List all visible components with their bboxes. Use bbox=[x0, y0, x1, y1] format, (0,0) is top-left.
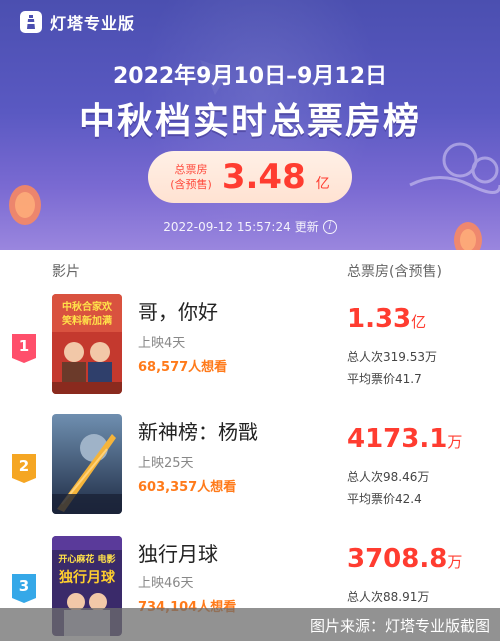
total-label-line2: (含预售) bbox=[170, 178, 212, 191]
update-timestamp: 2022-09-12 15:57:24 bbox=[163, 219, 291, 234]
hero-banner: 灯塔专业版 2022年9月10日–9月12日 中秋档实时总票房榜 总票房 (含预… bbox=[0, 0, 500, 250]
gross-value: 3708.8 bbox=[347, 544, 448, 574]
update-time: 2022-09-12 15:57:24 更新 i bbox=[0, 218, 500, 235]
film-row-2[interactable]: 2 新神榜：杨戬 上映25天 603,357人想看 4173.1万 总人次98.… bbox=[0, 410, 500, 530]
cloud-icon bbox=[409, 142, 500, 194]
admissions: 总人次88.91万 bbox=[347, 590, 430, 604]
column-film: 影片 bbox=[52, 264, 80, 280]
gross-value: 4173.1 bbox=[347, 424, 448, 454]
gross-unit: 万 bbox=[447, 433, 463, 451]
film-gross: 1.33亿 bbox=[347, 304, 426, 334]
total-unit: 亿 bbox=[315, 176, 330, 192]
admissions: 总人次98.46万 bbox=[347, 470, 430, 484]
admissions: 总人次319.53万 bbox=[347, 350, 437, 364]
release-days: 上映25天 bbox=[138, 456, 194, 471]
svg-text:独行月球: 独行月球 bbox=[59, 569, 116, 586]
film-title[interactable]: 独行月球 bbox=[138, 538, 218, 567]
total-label-line1: 总票房 bbox=[174, 163, 208, 176]
gross-value: 1.33 bbox=[347, 304, 412, 334]
film-title[interactable]: 新神榜：杨戬 bbox=[138, 416, 258, 445]
rank-badge: 1 bbox=[12, 334, 36, 363]
film-poster[interactable]: 中秋合家欢 笑料新加满 bbox=[52, 294, 122, 394]
want-to-see-count: 68,577人想看 bbox=[138, 360, 228, 375]
total-label: 总票房 (含预售) bbox=[170, 162, 212, 192]
list-header: 影片 总票房(含预售) bbox=[0, 250, 500, 288]
film-poster[interactable] bbox=[52, 414, 122, 514]
total-box-office: 总票房 (含预售) 3.48 亿 bbox=[148, 151, 352, 203]
film-title[interactable]: 哥，你好 bbox=[138, 296, 218, 325]
svg-text:开心麻花 电影: 开心麻花 电影 bbox=[58, 553, 115, 565]
want-to-see-count: 603,357人想看 bbox=[138, 480, 237, 495]
info-icon[interactable]: i bbox=[322, 219, 337, 234]
svg-text:笑料新加满: 笑料新加满 bbox=[62, 314, 112, 327]
image-source-watermark: 图片来源：灯塔专业版截图 bbox=[0, 608, 500, 641]
average-price: 平均票价41.7 bbox=[347, 372, 422, 386]
brand: 灯塔专业版 bbox=[20, 10, 135, 34]
svg-text:中秋合家欢: 中秋合家欢 bbox=[62, 300, 113, 313]
gross-unit: 亿 bbox=[411, 313, 427, 331]
page-title: 中秋档实时总票房榜 bbox=[78, 101, 421, 142]
update-suffix: 更新 bbox=[294, 220, 319, 234]
total-value: 3.48 bbox=[221, 157, 306, 197]
film-row-1[interactable]: 1 中秋合家欢 笑料新加满 哥，你好 上映4天 68,577人想看 1.33亿 … bbox=[0, 288, 500, 408]
gross-unit: 万 bbox=[447, 553, 463, 571]
lighthouse-logo-icon bbox=[20, 11, 42, 33]
release-days: 上映4天 bbox=[138, 336, 186, 351]
rank-badge: 3 bbox=[12, 574, 36, 603]
rank-badge: 2 bbox=[12, 454, 36, 483]
brand-name: 灯塔专业版 bbox=[50, 14, 136, 33]
watermark-text: 图片来源：灯塔专业版截图 bbox=[309, 617, 490, 635]
film-gross: 4173.1万 bbox=[347, 424, 462, 454]
date-range: 2022年9月10日–9月12日 bbox=[112, 64, 388, 89]
average-price: 平均票价42.4 bbox=[347, 492, 422, 506]
column-gross: 总票房(含预售) bbox=[347, 264, 442, 280]
release-days: 上映46天 bbox=[138, 576, 194, 591]
film-gross: 3708.8万 bbox=[347, 544, 462, 574]
